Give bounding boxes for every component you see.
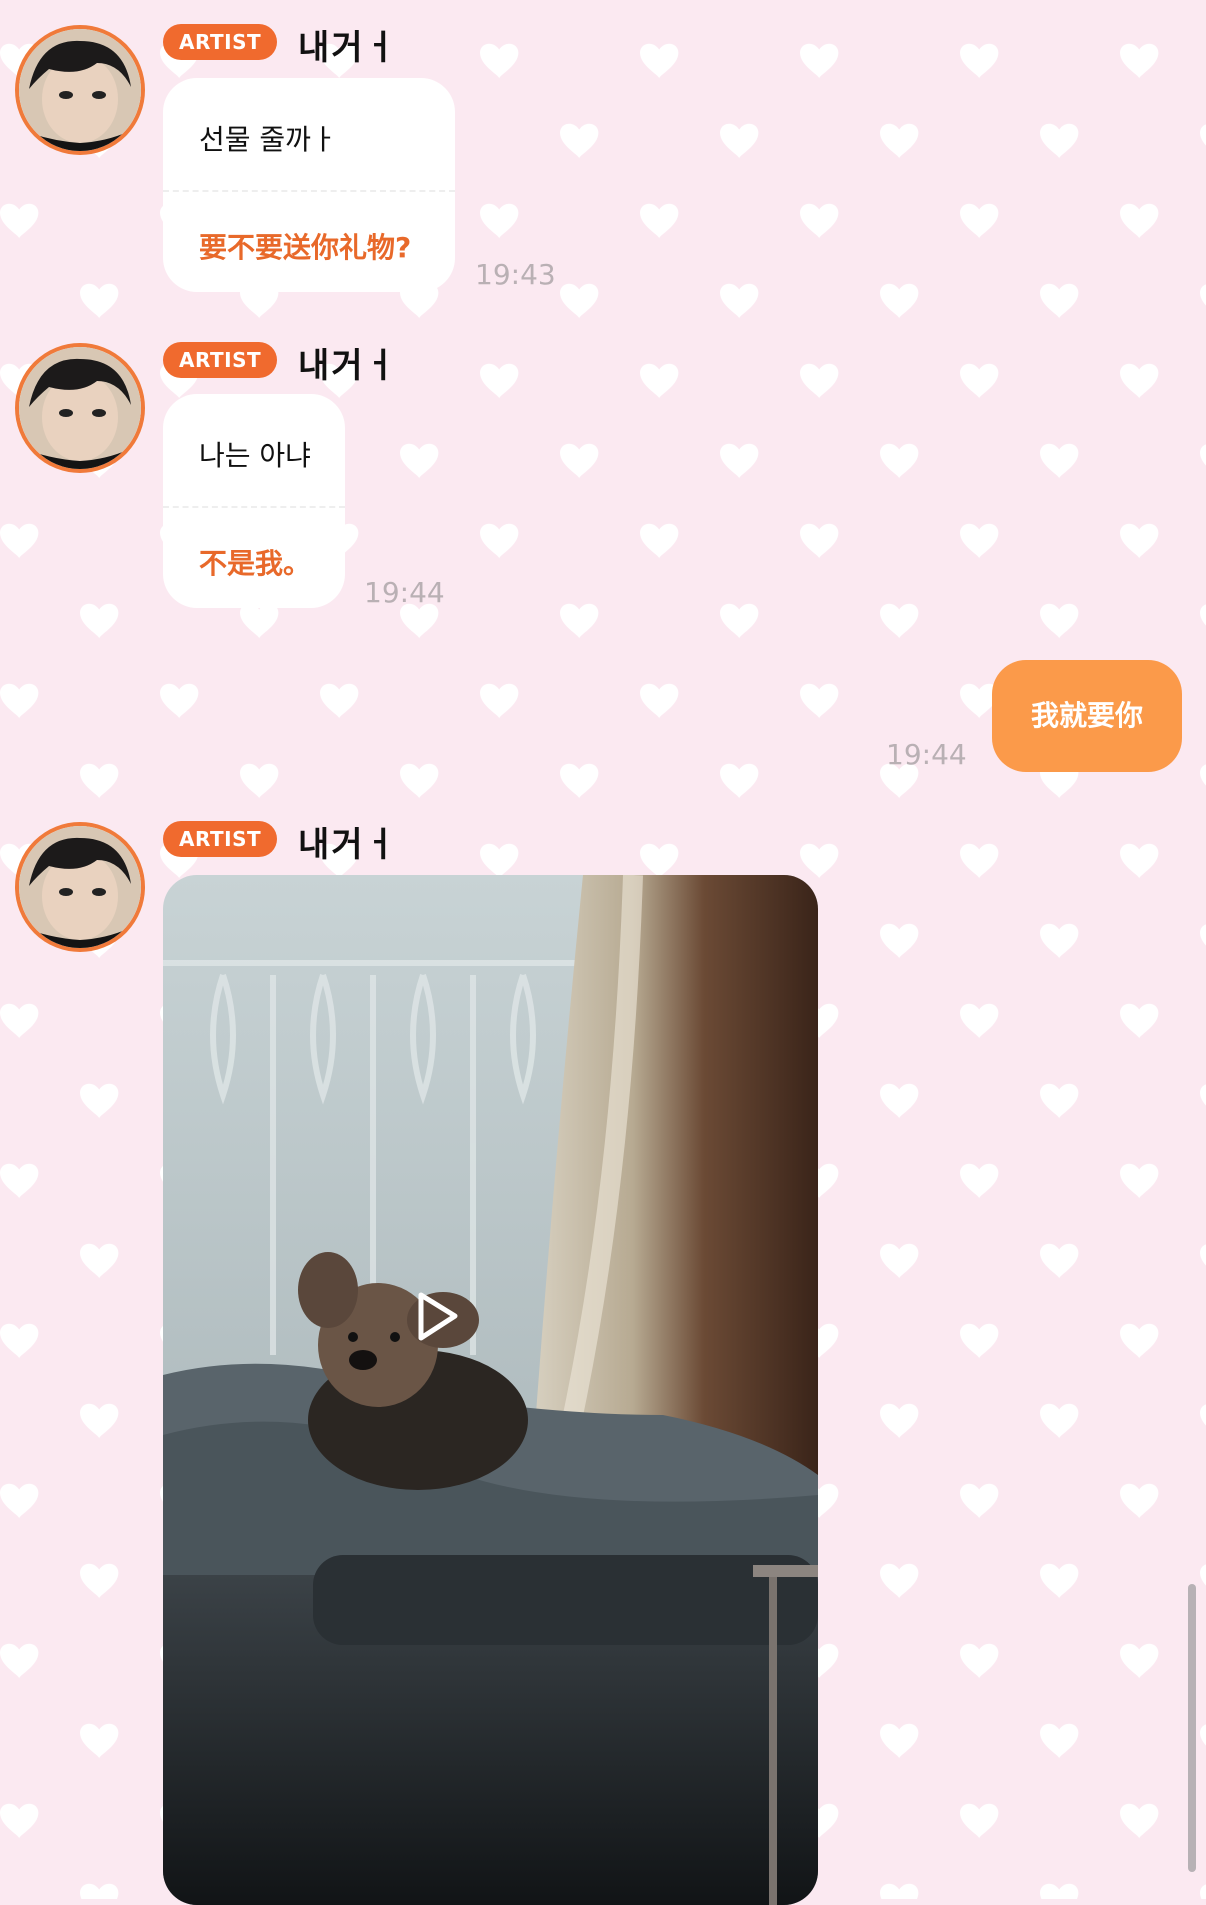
scrollbar[interactable] [1188, 1584, 1196, 1872]
artist-badge: ARTIST [163, 821, 278, 857]
sender-name: 내거ㅓ [298, 825, 398, 865]
chat-message-artist-video: ARTIST 내거ㅓ [0, 0, 1206, 1905]
artist-avatar[interactable] [15, 822, 145, 952]
video-thumbnail[interactable] [163, 875, 818, 1905]
